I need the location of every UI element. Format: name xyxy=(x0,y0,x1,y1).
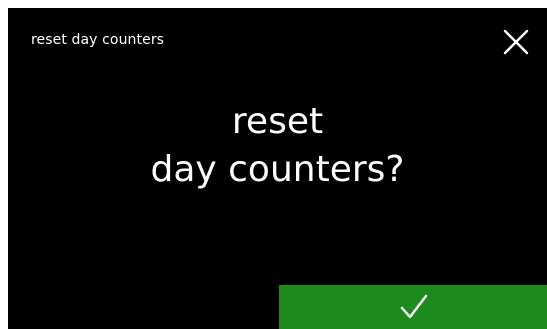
dialog-screen: reset day counters reset day counters? xyxy=(8,8,547,329)
close-button[interactable] xyxy=(502,28,530,56)
page-title: reset day counters xyxy=(31,32,165,48)
question-line-2: day counters? xyxy=(150,149,405,190)
close-icon xyxy=(503,29,529,55)
confirmation-question: reset day counters? xyxy=(8,98,547,194)
question-line-1: reset xyxy=(231,101,324,142)
checkmark-icon xyxy=(400,294,428,319)
confirm-button[interactable] xyxy=(279,285,547,329)
